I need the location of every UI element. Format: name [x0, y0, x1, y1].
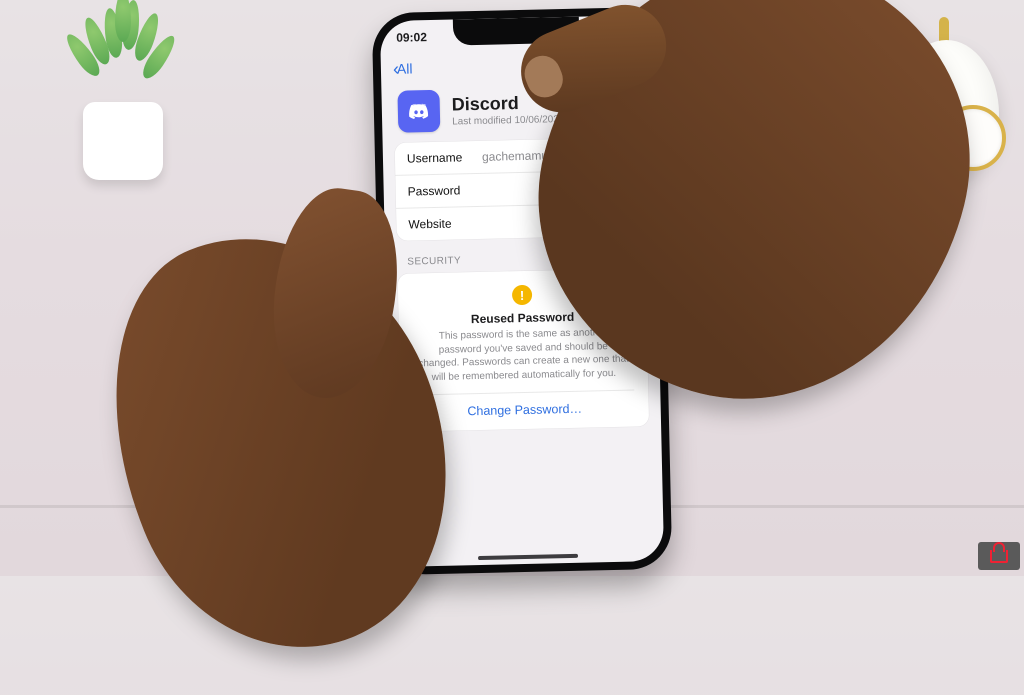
discord-icon — [397, 90, 440, 133]
change-password-button[interactable]: Change Password… — [414, 389, 635, 431]
wifi-icon — [598, 27, 612, 39]
password-entry-header: Discord Last modified 10/06/2024 — [381, 77, 654, 143]
page-title: Discord — [452, 92, 565, 116]
last-modified-label: Last modified 10/06/2024 — [452, 113, 565, 127]
security-warning-card: ! Reused Password This password is the s… — [398, 268, 650, 432]
warning-title: Reused Password — [412, 308, 632, 327]
password-row[interactable]: Password •••••••••• — [395, 169, 644, 208]
lock-icon — [990, 550, 1008, 563]
notch — [453, 17, 580, 46]
warning-body: This password is the same as another pas… — [413, 325, 634, 384]
password-value: •••••••••• — [589, 179, 631, 194]
credentials-card: Username gachemamuniu@gmail.com Password… — [395, 137, 645, 241]
statusbar-time: 09:02 — [396, 30, 427, 45]
warning-icon: ! — [512, 285, 532, 305]
username-label: Username — [407, 150, 463, 165]
website-label: Website — [408, 217, 451, 232]
password-label: Password — [408, 183, 461, 198]
plant-decor — [45, 0, 205, 190]
phone-device: 09:02 ‹ All Discord Last modified 10/06/… — [372, 7, 673, 575]
clock-decor — [874, 35, 1014, 215]
home-indicator[interactable] — [478, 554, 578, 560]
back-label: All — [397, 60, 413, 76]
website-value: discord.com — [568, 212, 633, 227]
watermark-badge — [978, 542, 1020, 570]
battery-icon — [616, 26, 636, 38]
username-value: gachemamuniu@gmail.com — [482, 146, 631, 163]
